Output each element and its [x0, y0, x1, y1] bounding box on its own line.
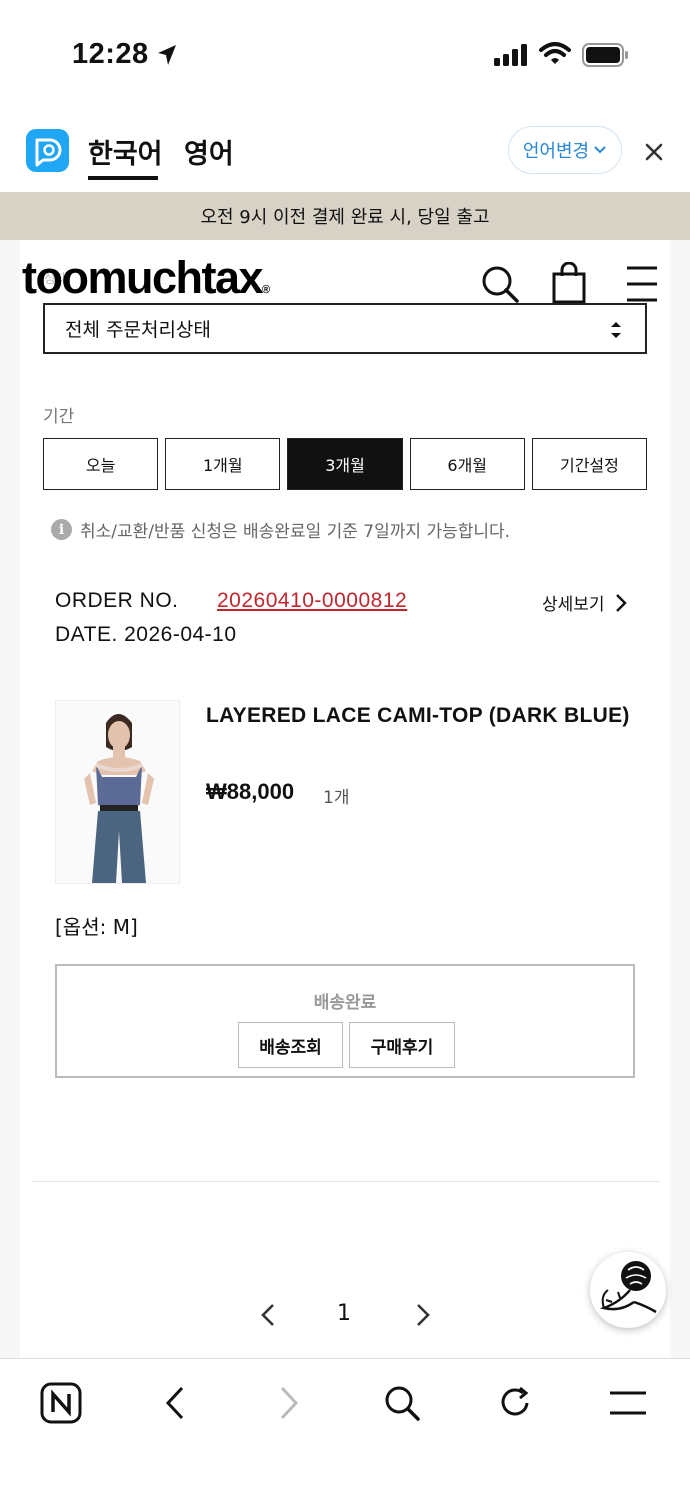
next-page-icon[interactable] — [413, 1302, 433, 1328]
product-option: [옵션: M] — [55, 915, 138, 939]
period-custom-button[interactable]: 기간설정 — [531, 438, 648, 490]
rose-icon — [599, 1261, 657, 1314]
menu-icon[interactable] — [606, 1381, 650, 1425]
period-6-months-button[interactable]: 6개월 — [409, 438, 525, 490]
period-1-month-button[interactable]: 1개월 — [165, 438, 281, 490]
order-date: DATE. 2026-04-10 — [55, 623, 237, 646]
browser-toolbar — [0, 1358, 690, 1500]
order-status-select-value: 전체 주문처리상태 — [65, 319, 211, 341]
order-number-link[interactable]: 20260410-0000812 — [217, 589, 407, 613]
logo-text: toomuchtax — [22, 252, 264, 303]
order-status-select[interactable]: 전체 주문처리상태 — [43, 303, 647, 354]
product-thumbnail[interactable] — [55, 700, 180, 884]
translate-bar: 한국어 영어 언어변경 — [0, 110, 690, 192]
period-buttons: 오늘 1개월 3개월 6개월 기간설정 — [43, 438, 648, 490]
active-tab-indicator — [88, 176, 158, 180]
period-today-button[interactable]: 오늘 — [43, 438, 159, 490]
order-detail-link[interactable]: 상세보기 — [542, 590, 627, 615]
shopping-bag-icon[interactable] — [552, 262, 586, 304]
browser-search-icon[interactable] — [380, 1381, 424, 1425]
detail-link-label: 상세보기 — [542, 595, 605, 615]
tab-korean[interactable]: 한국어 — [88, 132, 163, 171]
track-delivery-button[interactable]: 배송조회 — [238, 1022, 343, 1068]
product-quantity: 1개 — [323, 788, 350, 808]
page-gutter-left — [0, 240, 20, 1358]
info-icon: i — [51, 519, 72, 540]
current-page-number[interactable]: 1 — [337, 1301, 351, 1326]
section-divider — [32, 1181, 660, 1182]
back-icon[interactable] — [153, 1381, 197, 1425]
chevron-down-icon — [594, 146, 606, 154]
return-policy-text: 취소/교환/반품 신청은 배송완료일 기준 7일까지 가능합니다. — [80, 522, 511, 542]
naver-n-icon[interactable] — [39, 1381, 83, 1425]
site-logo[interactable]: toomuchtax® — [22, 252, 270, 304]
product-name[interactable]: LAYERED LACE CAMI-TOP (DARK BLUE) — [206, 700, 636, 731]
reload-icon[interactable] — [493, 1381, 537, 1425]
shipping-notice-banner: 오전 9시 이전 결제 완료 시, 당일 출고 — [0, 192, 690, 240]
status-bar: 12:28 — [0, 0, 690, 110]
tab-english[interactable]: 영어 — [184, 132, 234, 171]
wifi-icon — [539, 42, 571, 64]
notice-text: 오전 9시 이전 결제 완료 시, 당일 출고 — [200, 207, 490, 228]
close-icon[interactable] — [640, 138, 668, 166]
registered-mark: ® — [262, 284, 270, 296]
return-policy-info: i 취소/교환/반품 신청은 배송완료일 기준 7일까지 가능합니다. — [51, 517, 510, 542]
change-language-button[interactable]: 언어변경 — [508, 126, 622, 174]
previous-page-icon[interactable] — [258, 1302, 278, 1328]
papago-logo-icon — [26, 129, 69, 172]
rose-chat-button[interactable] — [590, 1252, 666, 1328]
status-time: 12:28 — [72, 38, 149, 70]
period-label: 기간 — [43, 407, 75, 427]
search-icon[interactable] — [480, 264, 520, 304]
location-arrow-icon — [158, 45, 176, 65]
change-language-label: 언어변경 — [522, 141, 590, 162]
product-price: ₩88,000 — [206, 779, 295, 804]
delivery-status-box: 배송완료 배송조회 구매후기 — [55, 964, 635, 1078]
battery-icon — [582, 43, 628, 67]
order-number-label: ORDER NO. — [55, 589, 179, 612]
delivery-status: 배송완료 — [313, 993, 377, 1013]
period-3-months-button[interactable]: 3개월 — [287, 438, 403, 490]
chevron-right-icon — [615, 593, 627, 612]
cellular-signal-icon — [494, 44, 527, 66]
page-gutter-right — [670, 240, 690, 1358]
select-arrows-icon — [611, 322, 621, 338]
hamburger-menu-icon[interactable] — [625, 266, 659, 302]
write-review-button[interactable]: 구매후기 — [349, 1022, 455, 1068]
forward-icon[interactable] — [267, 1381, 311, 1425]
